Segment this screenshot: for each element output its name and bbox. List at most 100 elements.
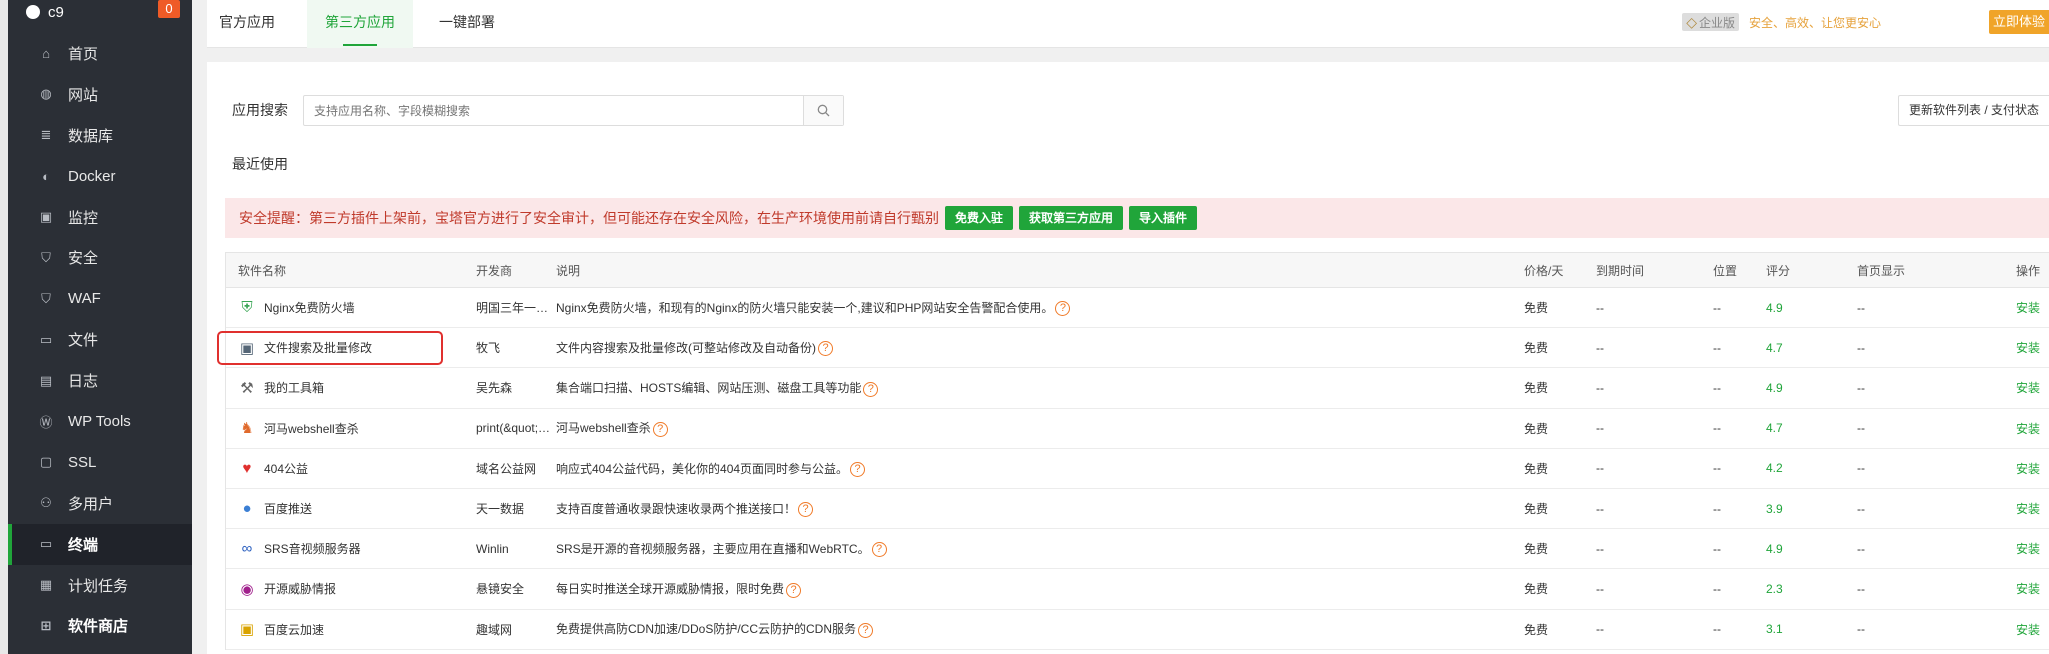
get-third-party-button[interactable]: 获取第三方应用 [1019,206,1124,230]
tab-third-party-apps[interactable]: 第三方应用 [307,0,413,48]
help-icon[interactable]: ? [798,502,814,518]
sidebar-item[interactable]: ▭ 终端 [8,523,192,565]
plugin-developer: Winlin [476,541,509,556]
install-button[interactable]: 安装 [2016,460,2040,477]
plugin-name-cell[interactable]: ◉ 开源威胁情报 [238,580,336,598]
plugin-home-display[interactable]: -- [1857,341,1865,355]
tab-official-apps[interactable]: 官方应用 [207,0,287,48]
help-icon[interactable]: ? [863,381,879,397]
plugin-name-cell[interactable]: ▣ 百度云加速 [238,620,324,638]
help-icon[interactable]: ? [858,622,874,638]
plugin-home-display[interactable]: -- [1857,502,1865,516]
hippo-icon: ♞ [240,420,254,438]
plugin-name-cell[interactable]: ⚒ 我的工具箱 [238,379,324,397]
nginx-firewall-icon: ⛨ [241,299,253,317]
plugin-description-text: 支持百度普通收录跟快速收录两个推送接口！ [556,501,797,516]
search-button[interactable] [803,96,843,125]
sidebar-item[interactable]: ▦ 计划任务 [8,565,192,606]
sidebar-item[interactable]: ▣ 监控 [8,197,192,238]
plugin-home-display[interactable]: -- [1857,301,1865,315]
table-row: ▣ 文件搜索及批量修改 牧飞 文件内容搜索及批量修改(可整站修改及自动备份)? 免费 --… [217,328,2049,369]
plugin-expire: -- [1596,380,1604,395]
plugin-description-text: 响应式404公益代码，美化你的404页面同时参与公益。 [556,461,849,476]
srs-icon: ∞ [241,540,253,558]
notification-badge[interactable]: 0 [158,0,180,18]
plugin-home-display[interactable]: -- [1857,381,1865,395]
plugin-position: -- [1713,581,1721,596]
help-icon[interactable]: ? [871,542,887,558]
sidebar-item-label: 多用户 [68,495,114,513]
app-store-panel: 应用搜索 更新软件列表 / 支付状态 最近使用 安全提醒：第三方插件上架前，宝塔… [207,62,2049,654]
update-software-list-button[interactable]: 更新软件列表 / 支付状态 [1897,95,2049,126]
plugin-name: 开源威胁情报 [264,582,337,597]
sidebar-item[interactable]: ▤ 日志 [8,360,192,401]
install-button[interactable]: 安装 [2016,420,2040,437]
plugin-description: 免费提供高防CDN加速/DDoS防护/CC云防护的CDN服务? [556,620,874,638]
plugin-name-cell[interactable]: ♞ 河马webshell查杀 [238,419,359,438]
plugin-developer: 悬镜安全 [476,582,525,597]
install-button[interactable]: 安装 [2016,580,2040,597]
plugin-score: 4.7 [1766,421,1783,436]
help-icon[interactable]: ? [1055,301,1071,317]
install-button[interactable]: 安装 [2016,379,2040,396]
plugin-home-display[interactable]: -- [1857,421,1865,435]
plugin-price: 免费 [1524,582,1549,597]
tab-one-click-deploy[interactable]: 一键部署 [429,0,505,48]
search-input[interactable] [304,96,803,125]
help-icon[interactable]: ? [850,462,866,477]
sidebar-item[interactable]: ◍ 网站 [8,74,192,115]
plugin-name-cell[interactable]: ♥ 404公益 [238,459,308,477]
plugin-developer: 域名公益网 [476,461,537,476]
calendar-icon: ▦ [39,577,53,593]
log-icon: ▤ [39,372,53,388]
plugin-home-display[interactable]: -- [1857,542,1865,556]
help-icon[interactable]: ? [652,421,668,437]
sidebar-item-label: SSL [68,453,97,471]
sidebar-item[interactable]: ≣ 数据库 [8,115,192,156]
sidebar-item[interactable]: ⌂ 首页 [8,33,192,74]
plugin-home-display[interactable]: -- [1857,622,1865,636]
plugin-description-text: 每日实时推送全球开源威胁情报，限时免费 [556,582,785,597]
enterprise-promo[interactable]: ◇ 企业版 安全、高效、让您更安心 [1682,12,1881,32]
sidebar-item[interactable]: ⚇ 多用户 [8,483,192,524]
header-dev: 开发商 [476,263,513,278]
server-header[interactable]: c9 0 [8,0,192,24]
plugin-name: 404公益 [264,461,309,476]
try-now-button[interactable]: 立即体验 [1989,10,2049,34]
plugin-developer: 吴先森 [476,381,513,396]
help-icon[interactable]: ? [818,341,833,357]
sidebar-item[interactable]: ▭ 文件 [8,319,192,360]
threat-intel-icon: ◉ [240,580,254,598]
sidebar-item-label: WP Tools [68,412,131,430]
install-button[interactable]: 安装 [2016,621,2040,638]
plugin-name: 河马webshell查杀 [264,421,359,436]
plugin-developer: 天一数据 [476,502,525,517]
plugin-name-cell[interactable]: ∞ SRS音视频服务器 [238,540,361,558]
table-row: ♥ 404公益 域名公益网 响应式404公益代码，美化你的404页面同时参与公益。? 免… [226,449,2049,489]
search-icon [817,104,830,117]
database-icon: ≣ [40,127,52,143]
enterprise-slogan: 安全、高效、让您更安心 [1748,15,1881,30]
toolbox-icon: ⚒ [240,379,254,397]
sidebar-item[interactable]: ⛉ 安全 [8,237,192,278]
plugin-name-cell[interactable]: ● 百度推送 [238,500,312,518]
sidebar-item[interactable]: ◐ Docker [8,156,192,197]
free-join-button[interactable]: 免费入驻 [945,206,1014,230]
plugin-home-display[interactable]: -- [1857,582,1865,596]
plugin-name-cell[interactable]: ⛨ Nginx免费防火墙 [238,299,354,317]
install-button[interactable]: 安装 [2016,540,2040,557]
install-button[interactable]: 安装 [2016,339,2040,356]
server-name: c9 [48,3,64,21]
install-button[interactable]: 安装 [2016,299,2040,316]
plugin-description: 河马webshell查杀? [556,419,668,437]
plugin-home-display[interactable]: -- [1857,461,1865,475]
install-button[interactable]: 安装 [2016,500,2040,517]
sidebar-item[interactable]: ⊞ 软件商店 [8,605,192,646]
sidebar-item[interactable]: ▢ SSL [8,442,192,483]
grid-icon: ⊞ [40,617,52,633]
sidebar-item[interactable]: Ⓦ WP Tools [8,401,192,442]
sidebar-item[interactable]: ⛉ WAF [8,278,192,319]
help-icon[interactable]: ? [786,582,802,598]
window-edge [0,0,8,654]
import-plugin-button[interactable]: 导入插件 [1129,206,1198,230]
